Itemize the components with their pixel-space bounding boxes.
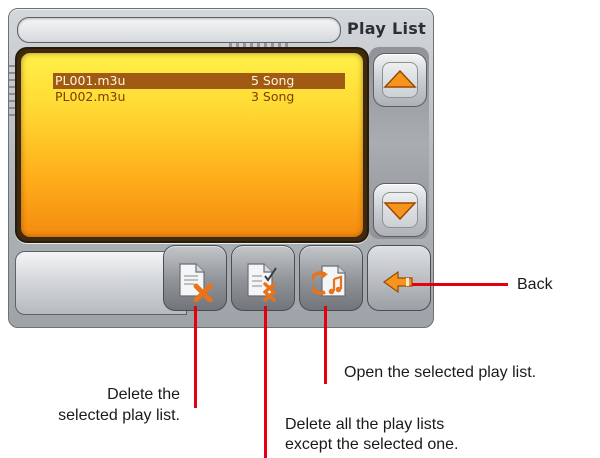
playlist-name: PL002.m3u (55, 89, 126, 104)
bottom-toolbar (15, 243, 431, 315)
song-count: 5 Song (251, 73, 295, 88)
title-bar (17, 17, 341, 43)
list-item[interactable]: PL002.m3u 3 Song (53, 89, 345, 105)
document-open-music-icon (312, 265, 346, 297)
scroll-up-button[interactable] (373, 53, 427, 107)
delete-others-leader-line (264, 306, 267, 458)
delete-leader-line (194, 306, 197, 408)
arrow-down-icon (383, 202, 417, 221)
delete-others-label-line2: except the selected one. (285, 436, 459, 453)
document-delete-icon (179, 263, 213, 302)
open-label: Open the selected play list. (344, 364, 537, 381)
delete-others-button[interactable] (231, 245, 295, 311)
song-count: 3 Song (251, 89, 295, 104)
delete-label-line2: selected play list. (58, 407, 180, 424)
playlist-list: PL001.m3u 5 Song PL002.m3u 3 Song (21, 53, 363, 237)
open-button[interactable] (299, 245, 363, 311)
playlist-panel: PL001.m3u 5 Song PL002.m3u 3 Song (15, 47, 369, 243)
delete-others-label-line1: Delete all the play lists (285, 416, 445, 433)
back-leader-line (412, 283, 508, 286)
arrow-up-icon (383, 69, 417, 88)
back-label: Back (517, 276, 553, 293)
delete-button[interactable] (163, 245, 227, 311)
delete-label-line1: Delete the (107, 386, 180, 403)
back-arrow-icon (382, 270, 413, 294)
open-leader-line (324, 306, 327, 384)
back-button[interactable] (367, 245, 431, 311)
toolbar-base (15, 251, 187, 315)
scroll-down-button[interactable] (373, 183, 427, 237)
playlist-name: PL001.m3u (55, 73, 126, 88)
page-title: Play List (347, 19, 427, 38)
list-item[interactable]: PL001.m3u 5 Song (53, 73, 345, 89)
scroll-column (369, 47, 429, 239)
device-screen: Play List PL001.m3u 5 Song PL002.m3u 3 S… (8, 8, 434, 328)
document-checklist-delete-icon (247, 263, 277, 302)
